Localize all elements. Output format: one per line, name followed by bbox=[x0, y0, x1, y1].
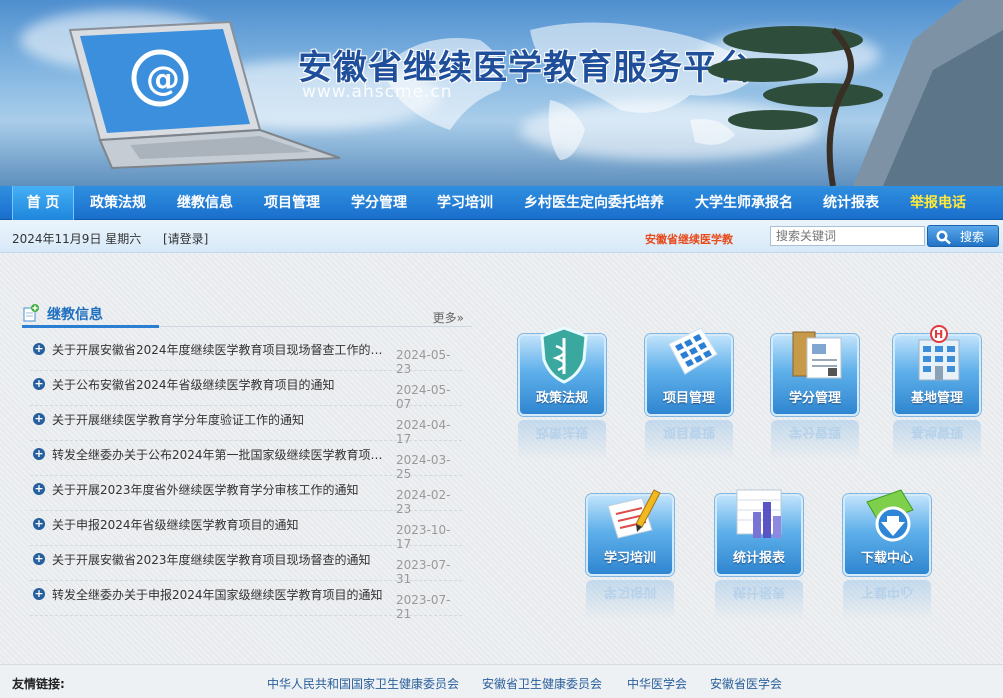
news-item[interactable]: + 关于开展安徽省2024年度继续医学教育项目现场督查工作的通知 2024-05-2… bbox=[30, 336, 462, 376]
tile-label: 项目管理 bbox=[662, 391, 715, 406]
current-date: 2024年11月9日 星期六 bbox=[12, 232, 142, 246]
plus-circle-icon: + bbox=[33, 377, 45, 390]
news-list: + 关于开展安徽省2024年度继续医学教育项目现场督查工作的通知 2024-05-2… bbox=[30, 336, 462, 621]
news-item-title[interactable]: 关于开展2023年度省外继续医学教育学分审核工作的通知 bbox=[52, 481, 392, 498]
login-link[interactable]: [请登录] bbox=[163, 230, 208, 247]
news-title-underline bbox=[22, 325, 159, 328]
link-cma[interactable]: 中华医学会 bbox=[627, 675, 687, 692]
news-item-title[interactable]: 关于开展继续医学教育学分年度验证工作的通知 bbox=[52, 411, 392, 428]
tile-reflection: 统计报表 bbox=[715, 580, 803, 620]
plus-circle-icon: + bbox=[33, 587, 45, 600]
main-content: 继教信息 更多» + 关于开展安徽省2024年度继续医学教育项目现场督查工作的通知… bbox=[0, 254, 1003, 664]
news-item-date: 2023-07-21 bbox=[396, 593, 451, 621]
tile-face: 学习培训 bbox=[586, 489, 674, 576]
tile-reflection: 基地管理 bbox=[893, 420, 981, 460]
tile-download[interactable]: 下载中心 下载中心 bbox=[843, 489, 931, 620]
news-item[interactable]: + 关于开展安徽省2023年度继续医学教育项目现场督查的通知 2023-07-31 bbox=[30, 546, 462, 586]
nav-rural-doctor[interactable]: 乡村医生定向委托培养 bbox=[514, 186, 674, 220]
nav-home[interactable]: 首 页 bbox=[12, 186, 74, 220]
tile-face: 学分管理 bbox=[771, 331, 859, 416]
shield-caduceus-icon bbox=[540, 326, 588, 384]
nav-training[interactable]: 学习培训 bbox=[427, 186, 503, 220]
bar-chart-icon bbox=[736, 489, 782, 538]
news-panel: 继教信息 更多» + 关于开展安徽省2024年度继续医学教育项目现场督查工作的通知… bbox=[22, 300, 472, 621]
tile-face: 政策法规 bbox=[518, 326, 606, 416]
nav-projects[interactable]: 项目管理 bbox=[254, 186, 330, 220]
link-ahma[interactable]: 安徽省医学会 bbox=[710, 675, 782, 692]
plus-circle-icon: + bbox=[33, 447, 45, 460]
news-item-title[interactable]: 转发全继委办关于申报2024年国家级继续医学教育项目的通知 bbox=[52, 586, 392, 603]
search-button[interactable]: 搜索 bbox=[927, 225, 999, 247]
plus-circle-icon: + bbox=[33, 517, 45, 530]
tile-face: 统计报表 bbox=[715, 489, 803, 576]
news-item-title[interactable]: 关于开展安徽省2023年度继续医学教育项目现场督查的通知 bbox=[52, 551, 392, 568]
tile-reflection: 学分管理 bbox=[771, 420, 859, 460]
search-icon bbox=[936, 230, 951, 245]
main-nav: 首 页 政策法规 继教信息 项目管理 学分管理 学习培训 乡村医生定向委托培养 … bbox=[0, 186, 1003, 220]
tile-policy[interactable]: 政策法规 政策法规 bbox=[518, 326, 606, 460]
site-url: www.ahscme.cn bbox=[302, 82, 453, 102]
nav-apprentice[interactable]: 大学生师承报名 bbox=[686, 186, 802, 220]
tile-reflection: 下载中心 bbox=[843, 580, 931, 620]
search-input[interactable] bbox=[770, 226, 925, 246]
nav-report-hotline[interactable]: 举报电话 bbox=[898, 186, 978, 220]
tile-face: 下载中心 bbox=[843, 489, 931, 576]
friend-links-label: 友情链接: bbox=[12, 677, 65, 691]
nav-statistics[interactable]: 统计报表 bbox=[812, 186, 890, 220]
news-item[interactable]: + 关于开展2023年度省外继续医学教育学分审核工作的通知 2024-02-23 bbox=[30, 476, 462, 516]
tile-reflection: 政策法规 bbox=[518, 420, 606, 460]
link-nhc[interactable]: 中华人民共和国国家卫生健康委员会 bbox=[267, 675, 459, 692]
svg-text:H: H bbox=[934, 328, 943, 341]
scrolling-notice[interactable]: 安徽省继续医学教 bbox=[645, 231, 733, 247]
pencil-paper-icon bbox=[607, 489, 661, 539]
folder-documents-icon bbox=[792, 331, 842, 379]
hospital-building-icon: H bbox=[918, 325, 960, 381]
tile-label: 政策法规 bbox=[535, 391, 588, 406]
news-more-link[interactable]: 更多» bbox=[433, 309, 464, 326]
tile-label: 统计报表 bbox=[732, 551, 785, 566]
news-item-title[interactable]: 关于开展安徽省2024年度继续医学教育项目现场督查工作的通知 bbox=[52, 341, 392, 358]
mountain-pine-graphic bbox=[708, 0, 1003, 186]
tile-label: 学分管理 bbox=[788, 391, 841, 406]
tile-bases[interactable]: H 基地管理 基地管理 bbox=[893, 325, 981, 460]
svg-text:@: @ bbox=[146, 59, 180, 99]
news-item-title[interactable]: 关于申报2024年省级继续医学教育项目的通知 bbox=[52, 516, 392, 533]
header-banner: @ 安徽省继续医学教育服务平台 www.ahscme.cn bbox=[0, 0, 1003, 186]
news-item-title[interactable]: 关于公布安徽省2024年省级继续医学教育项目的通知 bbox=[52, 376, 392, 393]
search-button-label: 搜索 bbox=[960, 230, 985, 244]
news-panel-title: 继教信息 bbox=[47, 307, 103, 323]
tile-credits[interactable]: 学分管理 学分管理 bbox=[771, 331, 859, 460]
plus-circle-icon: + bbox=[33, 552, 45, 565]
friend-links-bar: 友情链接: 中华人民共和国国家卫生健康委员会 安徽省卫生健康委员会 中华医学会 … bbox=[0, 664, 1003, 698]
plus-circle-icon: + bbox=[33, 342, 45, 355]
nav-info[interactable]: 继教信息 bbox=[166, 186, 244, 220]
nav-credits[interactable]: 学分管理 bbox=[340, 186, 418, 220]
news-panel-header: 继教信息 更多» bbox=[22, 300, 472, 328]
link-ahwjw[interactable]: 安徽省卫生健康委员会 bbox=[482, 675, 602, 692]
download-arrow-icon bbox=[866, 489, 914, 542]
plus-circle-icon: + bbox=[33, 412, 45, 425]
tile-statistics[interactable]: 统计报表 统计报表 bbox=[715, 489, 803, 620]
news-item[interactable]: + 关于申报2024年省级继续医学教育项目的通知 2023-10-17 bbox=[30, 511, 462, 551]
news-item[interactable]: + 关于公布安徽省2024年省级继续医学教育项目的通知 2024-05-07 bbox=[30, 371, 462, 411]
grid-sheet-icon bbox=[668, 327, 718, 375]
tile-label: 学习培训 bbox=[603, 551, 656, 566]
tile-reflection: 项目管理 bbox=[645, 420, 733, 460]
tile-label: 下载中心 bbox=[860, 551, 913, 566]
tile-reflection: 学习培训 bbox=[586, 580, 674, 620]
news-item[interactable]: + 转发全继委办关于公布2024年第一批国家级继续医学教育项目... 2024-03… bbox=[30, 441, 462, 481]
tile-projects[interactable]: 项目管理 项目管理 bbox=[645, 327, 733, 460]
plus-circle-icon: + bbox=[33, 482, 45, 495]
tile-label: 基地管理 bbox=[910, 391, 963, 406]
tile-face: 项目管理 bbox=[645, 327, 733, 416]
document-plus-icon bbox=[23, 304, 39, 322]
tile-training[interactable]: 学习培训 学习培训 bbox=[586, 489, 674, 620]
news-item-title[interactable]: 转发全继委办关于公布2024年第一批国家级继续医学教育项目... bbox=[52, 446, 392, 463]
news-item[interactable]: + 关于开展继续医学教育学分年度验证工作的通知 2024-04-17 bbox=[30, 406, 462, 446]
nav-policy[interactable]: 政策法规 bbox=[80, 186, 156, 220]
news-item[interactable]: + 转发全继委办关于申报2024年国家级继续医学教育项目的通知 2023-07-21 bbox=[30, 581, 462, 621]
tile-face: H 基地管理 bbox=[893, 325, 981, 416]
